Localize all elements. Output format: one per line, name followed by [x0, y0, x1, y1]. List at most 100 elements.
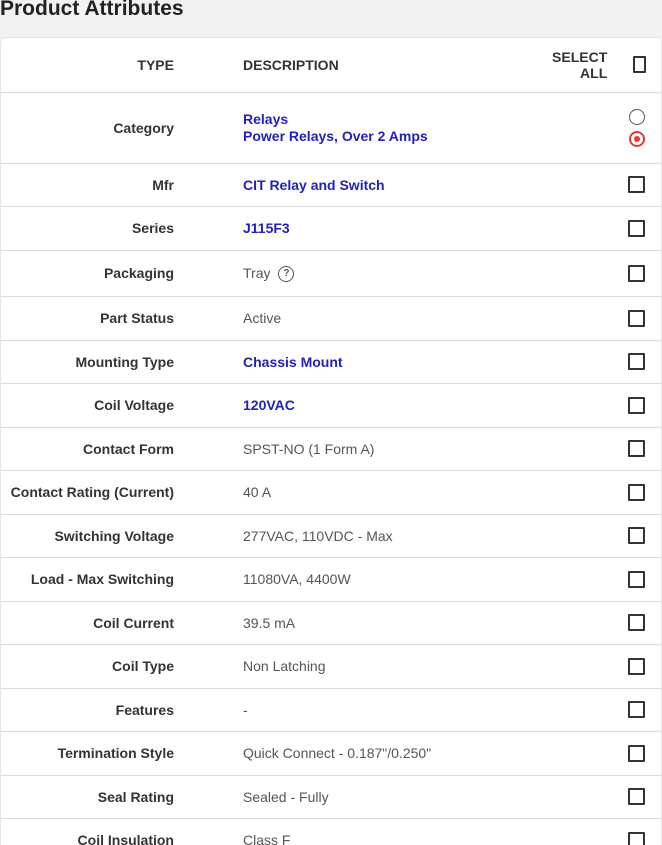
row-value-cell: SPST-NO (1 Form A)	[213, 427, 548, 470]
page: Product Attributes TYPE DESCRIPTION SELE…	[0, 0, 662, 845]
row-select-cell	[548, 775, 661, 818]
row-select-cell	[548, 557, 661, 601]
category-select	[548, 92, 661, 163]
row-checkbox[interactable]	[628, 483, 645, 501]
table-row: Mounting Type Chassis Mount	[1, 340, 661, 383]
table-row: Coil Voltage 120VAC	[1, 383, 661, 427]
row-checkbox[interactable]	[628, 831, 645, 845]
row-label: Coil Insulation	[77, 832, 174, 845]
attributes-table: TYPE DESCRIPTION SELECT ALL Category Rel…	[1, 38, 661, 845]
row-value: Active	[243, 310, 282, 326]
row-select-cell	[548, 818, 661, 845]
row-label: Coil Current	[93, 614, 174, 631]
row-checkbox[interactable]	[628, 701, 645, 719]
table-row: Coil Type Non Latching	[1, 644, 661, 688]
select-all-label: SELECT ALL	[552, 48, 608, 81]
row-checkbox[interactable]	[628, 219, 645, 237]
row-label: Mfr	[152, 176, 174, 193]
table-row: Packaging Tray?	[1, 250, 661, 296]
row-value-cell: Quick Connect - 0.187"/0.250"	[213, 731, 548, 775]
header-type: TYPE	[137, 56, 174, 73]
row-value-cell: Active	[213, 296, 548, 340]
row-label: Switching Voltage	[54, 527, 174, 544]
category-values: Relays Power Relays, Over 2 Amps	[213, 92, 548, 163]
row-value-cell: J115F3	[213, 206, 548, 250]
row-value-cell: 120VAC	[213, 383, 548, 427]
row-value: Class F	[243, 832, 291, 845]
header-description: DESCRIPTION	[243, 56, 339, 73]
row-value-cell: Chassis Mount	[213, 340, 548, 383]
row-checkbox[interactable]	[628, 353, 645, 371]
row-checkbox[interactable]	[628, 657, 645, 675]
row-select-cell	[548, 427, 661, 470]
row-value: 11080VA, 4400W	[243, 571, 351, 587]
row-checkbox[interactable]	[628, 176, 645, 194]
row-checkbox[interactable]	[628, 440, 645, 458]
table-row: Features -	[1, 688, 661, 731]
row-value-cell: Class F	[213, 818, 548, 845]
row-value-link[interactable]: CIT Relay and Switch	[243, 177, 385, 193]
row-label: Series	[131, 220, 174, 236]
row-value: 39.5 mA	[243, 614, 296, 631]
row-select-cell	[548, 470, 661, 514]
row-value-cell: Non Latching	[213, 644, 548, 688]
row-checkbox[interactable]	[628, 614, 645, 632]
row-value: Non Latching	[243, 658, 326, 674]
table-row: Mfr CIT Relay and Switch	[1, 163, 661, 206]
row-label: Contact Rating (Current)	[10, 484, 174, 500]
row-label: Contact Form	[83, 440, 174, 457]
row-select-cell	[548, 250, 661, 296]
row-checkbox[interactable]	[628, 570, 645, 588]
row-label: Mounting Type	[75, 353, 175, 370]
row-checkbox[interactable]	[628, 264, 645, 282]
table-row: Switching Voltage 277VAC, 110VDC - Max	[1, 514, 661, 557]
row-label: Termination Style	[57, 745, 174, 761]
category-value-link[interactable]: Relays	[243, 111, 548, 128]
row-checkbox[interactable]	[628, 788, 645, 806]
row-select-cell	[548, 383, 661, 427]
row-select-cell	[548, 163, 661, 206]
row-value: SPST-NO (1 Form A)	[243, 440, 375, 457]
row-label: Part Status	[100, 310, 174, 326]
row-value-cell: 277VAC, 110VDC - Max	[213, 514, 548, 557]
row-label: Packaging	[103, 265, 174, 281]
select-all-checkbox[interactable]	[633, 56, 647, 74]
row-value-cell: Sealed - Fully	[213, 775, 548, 818]
row-value: -	[243, 701, 248, 718]
row-checkbox[interactable]	[628, 744, 645, 762]
row-value-cell: Tray?	[213, 250, 548, 296]
row-checkbox[interactable]	[628, 527, 645, 545]
row-label: Seal Rating	[97, 788, 174, 805]
row-value: Sealed - Fully	[243, 788, 329, 805]
table-row-category: Category Relays Power Relays, Over 2 Amp…	[1, 92, 661, 163]
table-row: Contact Rating (Current) 40 A	[1, 470, 661, 514]
row-select-cell	[548, 644, 661, 688]
row-label: Category	[113, 119, 174, 136]
row-select-cell	[548, 688, 661, 731]
row-label: Coil Type	[112, 658, 174, 674]
row-label: Features	[115, 701, 174, 718]
row-value: 40 A	[243, 484, 272, 500]
row-value: 277VAC, 110VDC - Max	[243, 527, 393, 544]
row-value-link[interactable]: Chassis Mount	[243, 354, 343, 370]
row-value-cell: 40 A	[213, 470, 548, 514]
row-select-cell	[548, 514, 661, 557]
row-label: Coil Voltage	[94, 397, 174, 413]
question-circle-icon[interactable]: ?	[278, 265, 295, 282]
page-title: Product Attributes	[0, 0, 184, 20]
row-select-cell	[548, 340, 661, 383]
row-checkbox[interactable]	[628, 309, 645, 327]
row-value-link[interactable]: 120VAC	[243, 397, 295, 413]
row-checkbox[interactable]	[628, 396, 645, 414]
table-row: Coil Current 39.5 mA	[1, 601, 661, 644]
table-header-row: TYPE DESCRIPTION SELECT ALL	[1, 38, 661, 92]
row-select-cell	[548, 731, 661, 775]
category-radio-power-relays[interactable]	[629, 130, 645, 147]
table-row: Coil Insulation Class F	[1, 818, 661, 845]
row-value-cell: 39.5 mA	[213, 601, 548, 644]
category-value-link[interactable]: Power Relays, Over 2 Amps	[243, 128, 548, 145]
category-radio-relays[interactable]	[629, 108, 645, 125]
table-row: Seal Rating Sealed - Fully	[1, 775, 661, 818]
table-row: Load - Max Switching 11080VA, 4400W	[1, 557, 661, 601]
row-value-link[interactable]: J115F3	[243, 220, 290, 236]
